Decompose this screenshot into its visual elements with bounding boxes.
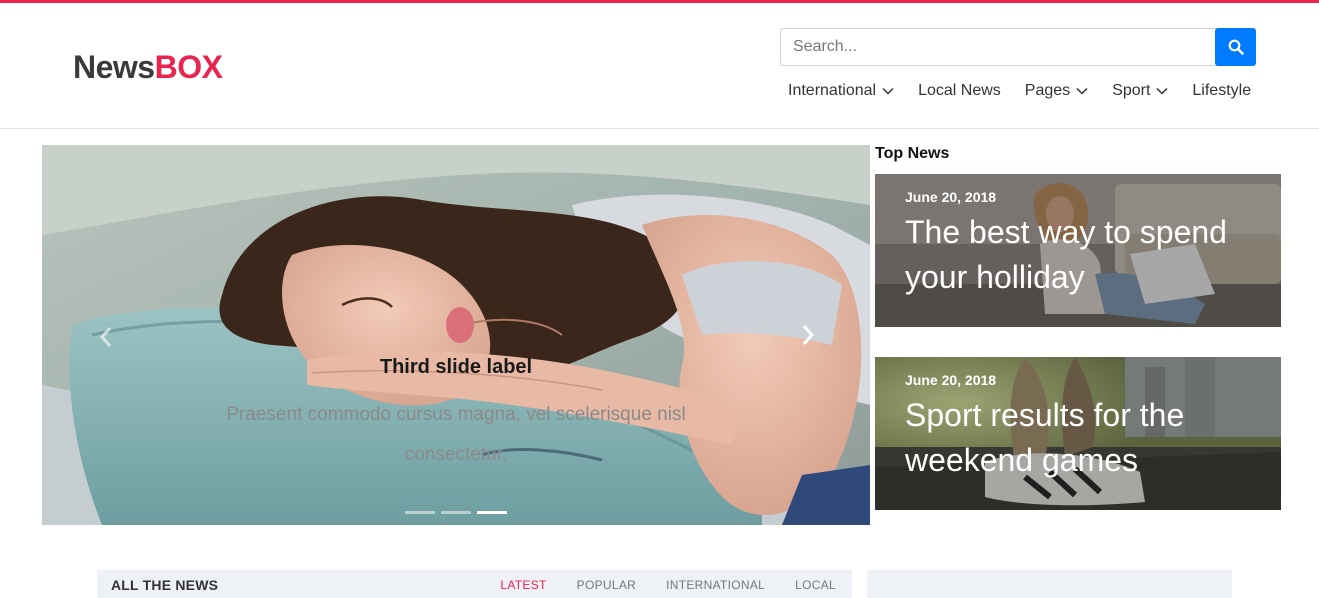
nav-item-local-news[interactable]: Local News — [918, 82, 1001, 100]
nav-item-label: Sport — [1112, 82, 1151, 99]
carousel-next-button[interactable] — [792, 319, 824, 351]
logo-text-news: News — [73, 49, 155, 85]
nav-item-label: Lifestyle — [1192, 82, 1252, 99]
carousel-prev-button[interactable] — [90, 321, 122, 353]
tab-popular[interactable]: POPULAR — [577, 578, 636, 592]
nav-item-international[interactable]: International — [788, 82, 894, 100]
chevron-down-icon — [1156, 87, 1168, 95]
search-input[interactable] — [780, 28, 1216, 66]
hero-carousel[interactable]: Third slide label Praesent commodo cursu… — [42, 145, 870, 525]
chevron-right-icon — [800, 324, 816, 346]
tab-latest[interactable]: LATEST — [500, 578, 546, 592]
sidebar-widget-box — [867, 570, 1232, 598]
carousel-indicators — [405, 511, 513, 514]
all-news-bar: ALL THE NEWS LATEST POPULAR INTERNATIONA… — [97, 570, 852, 598]
nav-item-label: Pages — [1024, 82, 1071, 99]
nav-item-pages[interactable]: Pages — [1025, 82, 1088, 100]
site-header: NewsBOX International Local News Pages S… — [0, 3, 1319, 129]
nav-item-sport[interactable]: Sport — [1112, 82, 1168, 100]
chevron-down-icon — [1076, 87, 1088, 95]
nav-item-lifestyle[interactable]: Lifestyle — [1192, 82, 1251, 100]
slide-caption: Third slide label Praesent commodo cursu… — [192, 353, 720, 475]
top-news-card[interactable]: June 20, 2018 The best way to spend your… — [875, 174, 1281, 327]
search-icon — [1228, 39, 1244, 55]
slide-caption-title: Third slide label — [379, 356, 533, 378]
top-news-date: June 20, 2018 — [905, 189, 997, 205]
all-news-title: ALL THE NEWS — [111, 577, 219, 593]
main-nav: International Local News Pages Sport Lif… — [788, 79, 1251, 103]
chevron-left-icon — [98, 326, 114, 348]
nav-item-label: Local News — [918, 82, 1001, 99]
all-news-tabs: LATEST POPULAR INTERNATIONAL LOCAL — [470, 578, 836, 592]
top-news-date: June 20, 2018 — [905, 372, 997, 388]
top-news-heading: Top News — [875, 145, 950, 162]
carousel-indicator-2[interactable] — [441, 511, 471, 514]
chevron-down-icon — [882, 87, 894, 95]
tab-local[interactable]: LOCAL — [795, 578, 836, 592]
top-news-headline[interactable]: The best way to spend your holliday — [905, 210, 1265, 300]
site-logo[interactable]: NewsBOX — [73, 49, 223, 85]
top-news-headline[interactable]: Sport results for the weekend games — [905, 393, 1265, 483]
search-button[interactable] — [1215, 28, 1256, 66]
carousel-indicator-3[interactable] — [477, 511, 507, 514]
tab-international[interactable]: INTERNATIONAL — [666, 578, 765, 592]
slide-caption-text: Praesent commodo cursus magna, vel scele… — [226, 404, 686, 465]
top-news-card[interactable]: June 20, 2018 Sport results for the week… — [875, 357, 1281, 510]
search-form — [780, 28, 1256, 66]
carousel-indicator-1[interactable] — [405, 511, 435, 514]
nav-item-label: International — [788, 82, 877, 99]
logo-text-box: BOX — [154, 49, 223, 85]
